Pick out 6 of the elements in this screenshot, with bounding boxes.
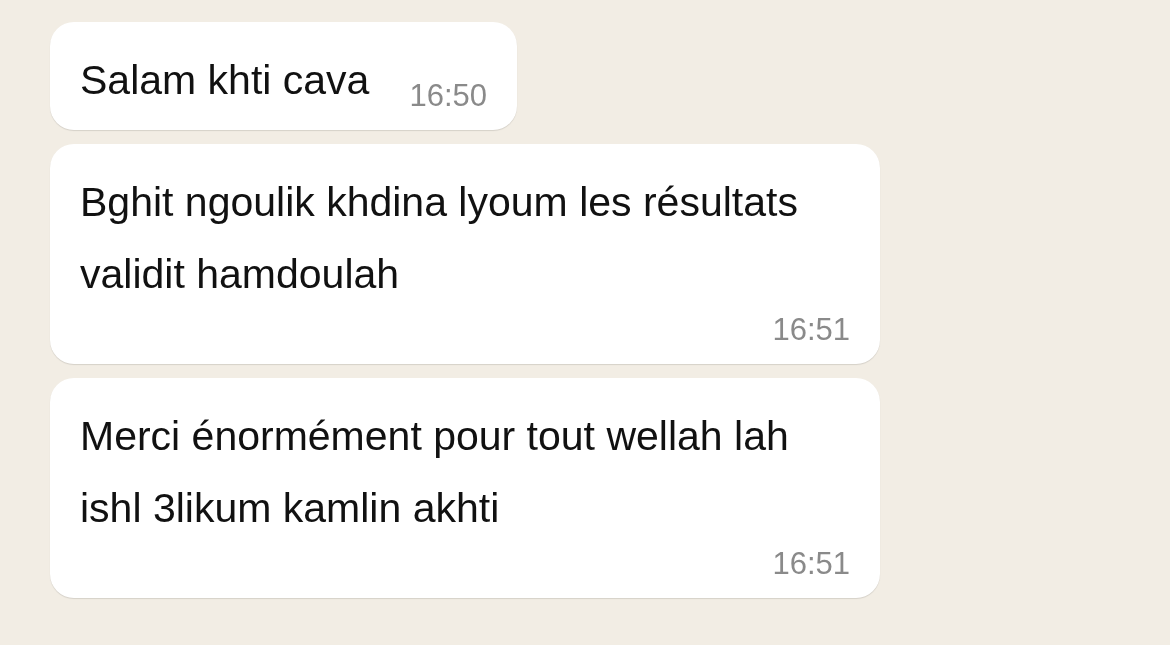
message-time: 16:51 xyxy=(772,311,850,349)
message-text: Salam khti cava xyxy=(80,56,370,105)
message-text: Merci énormément pour tout wellah lah ishl 3likum kamlin akhti xyxy=(80,412,790,533)
message-text: Bghit ngoulik khdina lyoum les résultats validit hamdoulah xyxy=(80,178,799,299)
message-time: 16:50 xyxy=(409,77,487,115)
message-time: 16:51 xyxy=(772,545,850,583)
